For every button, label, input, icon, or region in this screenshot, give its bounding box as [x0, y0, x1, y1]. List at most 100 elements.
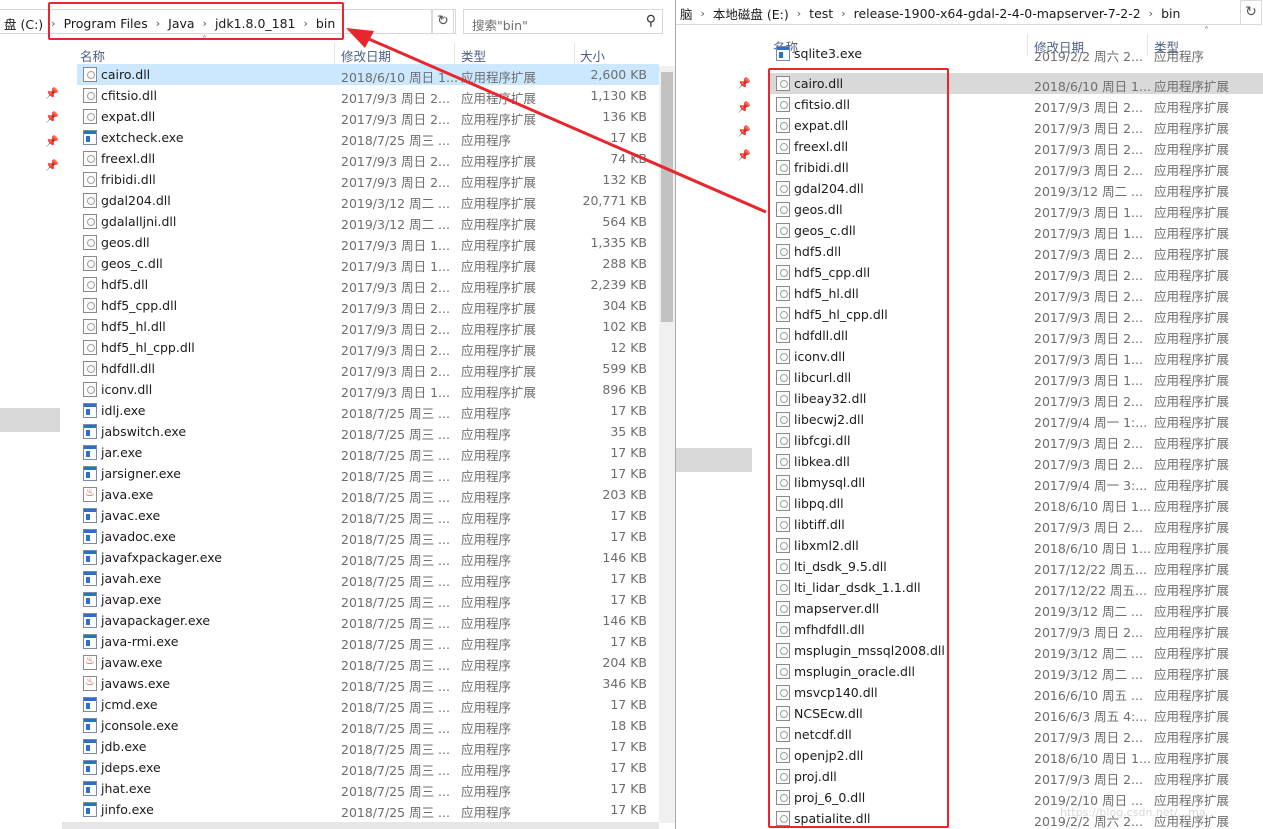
nav-pane-selected-item[interactable] [0, 408, 60, 432]
column-type[interactable]: 类型 [461, 46, 486, 65]
nav-pane-selected-item[interactable] [676, 448, 752, 472]
file-size: 346 KB [602, 676, 647, 691]
table-row[interactable]: jarsigner.exe 2018/7/25 周三 ... 应用程序 17 KB [77, 463, 659, 484]
refresh-button[interactable]: ↻ [1240, 0, 1262, 25]
pin-icon[interactable]: 📌 [737, 125, 751, 138]
table-row[interactable]: cairo.dll 2018/6/10 周日 1... 应用程序扩展 2,600 KB [77, 64, 659, 85]
file-type: 应用程序扩展 [1154, 436, 1230, 451]
breadcrumb-item[interactable]: 盘 (C:) [0, 14, 47, 33]
table-row[interactable]: jdeps.exe 2018/7/25 周三 ... 应用程序 17 KB [77, 757, 659, 778]
pin-icon[interactable]: 📌 [45, 159, 59, 172]
table-row[interactable]: sqlite3.exe 2019/2/2 周六 2... 应用程序 [770, 43, 1263, 64]
file-type: 应用程序扩展 [1154, 520, 1230, 535]
table-row[interactable]: gdal204.dll 2019/3/12 周二 ... 应用程序扩展 20,771 … [77, 190, 659, 211]
table-row[interactable]: java.exe 2018/7/25 周三 ... 应用程序 203 KB [77, 484, 659, 505]
address-bar[interactable]: 脑 › 本地磁盘 (E:) › test › release-1900-x64-gdal-2… [676, 0, 1240, 25]
table-row[interactable]: hdf5.dll 2017/9/3 周日 2... 应用程序扩展 2,239 KB [77, 274, 659, 295]
breadcrumb-item[interactable]: test [805, 6, 837, 21]
exe-file-icon [83, 634, 97, 649]
pin-icon[interactable]: 📌 [45, 111, 59, 124]
refresh-button[interactable]: ↻ [432, 9, 454, 34]
table-row[interactable]: jar.exe 2018/7/25 周三 ... 应用程序 17 KB [77, 442, 659, 463]
file-date: 2017/12/22 周五... [1034, 562, 1147, 577]
annotation-box-dll-files [768, 68, 949, 828]
table-row[interactable]: fribidi.dll 2017/9/3 周日 2... 应用程序扩展 132 KB [77, 169, 659, 190]
table-row[interactable]: expat.dll 2017/9/3 周日 2... 应用程序扩展 136 KB [77, 106, 659, 127]
table-row[interactable]: jcmd.exe 2018/7/25 周三 ... 应用程序 17 KB [77, 694, 659, 715]
exe-file-icon [83, 697, 97, 712]
table-row[interactable]: jhat.exe 2018/7/25 周三 ... 应用程序 17 KB [77, 778, 659, 799]
table-row[interactable]: javaw.exe 2018/7/25 周三 ... 应用程序 204 KB [77, 652, 659, 673]
table-row[interactable]: idlj.exe 2018/7/25 周三 ... 应用程序 17 KB [77, 400, 659, 421]
file-size: 17 KB [610, 529, 647, 544]
column-size[interactable]: 大小 [580, 46, 605, 65]
file-type: 应用程序扩展 [1154, 667, 1230, 682]
table-row[interactable]: hdf5_cpp.dll 2017/9/3 周日 2... 应用程序扩展 304 KB [77, 295, 659, 316]
pin-icon[interactable]: 📌 [45, 87, 59, 100]
table-row[interactable]: gdalalljni.dll 2019/3/12 周二 ... 应用程序扩展 564 … [77, 211, 659, 232]
file-size: 17 KB [610, 508, 647, 523]
table-row[interactable]: jconsole.exe 2018/7/25 周三 ... 应用程序 18 KB [77, 715, 659, 736]
table-row[interactable]: extcheck.exe 2018/7/25 周三 ... 应用程序 17 KB [77, 127, 659, 148]
file-size: 204 KB [602, 655, 647, 670]
table-row[interactable]: jdb.exe 2018/7/25 周三 ... 应用程序 17 KB [77, 736, 659, 757]
table-row[interactable]: java-rmi.exe 2018/7/25 周三 ... 应用程序 17 KB [77, 631, 659, 652]
breadcrumb-item[interactable]: bin [1157, 6, 1184, 21]
file-type: 应用程序扩展 [1154, 625, 1230, 640]
table-row[interactable]: javac.exe 2018/7/25 周三 ... 应用程序 17 KB [77, 505, 659, 526]
table-row[interactable]: javah.exe 2018/7/25 周三 ... 应用程序 17 KB [77, 568, 659, 589]
file-date: 2017/9/3 周日 1... [1034, 373, 1143, 388]
horizontal-scrollbar[interactable] [62, 822, 659, 829]
breadcrumb-item[interactable]: release-1900-x64-gdal-2-4-0-mapserver-7-… [850, 6, 1145, 21]
file-name: jarsigner.exe [101, 466, 181, 481]
table-row[interactable]: javaws.exe 2018/7/25 周三 ... 应用程序 346 KB [77, 673, 659, 694]
file-date: 2019/3/12 周二 ... [1034, 646, 1143, 661]
file-name: geos_c.dll [101, 256, 163, 271]
file-name: geos.dll [101, 235, 150, 250]
file-type: 应用程序扩展 [1154, 604, 1230, 619]
pin-icon[interactable]: 📌 [737, 101, 751, 114]
scrollbar-thumb[interactable] [661, 72, 673, 322]
table-row[interactable]: hdfdll.dll 2017/9/3 周日 2... 应用程序扩展 599 KB [77, 358, 659, 379]
breadcrumb-item[interactable]: 本地磁盘 (E:) [709, 4, 793, 23]
pin-icon[interactable]: 📌 [737, 149, 751, 162]
table-row[interactable]: javafxpackager.exe 2018/7/25 周三 ... 应用程序 14… [77, 547, 659, 568]
column-name[interactable]: 名称 [80, 46, 105, 65]
file-size: 17 KB [610, 130, 647, 145]
table-row[interactable]: geos.dll 2017/9/3 周日 1... 应用程序扩展 1,335 KB [77, 232, 659, 253]
exe-file-icon [83, 592, 97, 607]
table-row[interactable]: hdf5_hl_cpp.dll 2017/9/3 周日 2... 应用程序扩展 12 … [77, 337, 659, 358]
file-type: 应用程序 [461, 637, 512, 652]
file-type: 应用程序扩展 [461, 112, 537, 127]
table-row[interactable]: javadoc.exe 2018/7/25 周三 ... 应用程序 17 KB [77, 526, 659, 547]
refresh-icon: ↻ [437, 13, 449, 29]
table-row[interactable]: javap.exe 2018/7/25 周三 ... 应用程序 17 KB [77, 589, 659, 610]
column-date[interactable]: 修改日期 [341, 46, 391, 65]
file-date: 2017/9/3 周日 2... [1034, 520, 1143, 535]
file-date: 2017/9/3 周日 2... [1034, 436, 1143, 451]
file-date: 2017/9/3 周日 2... [1034, 730, 1143, 745]
table-row[interactable]: cfitsio.dll 2017/9/3 周日 2... 应用程序扩展 1,130 K… [77, 85, 659, 106]
table-row[interactable]: freexl.dll 2017/9/3 周日 2... 应用程序扩展 74 KB [77, 148, 659, 169]
search-input[interactable]: 搜索"bin" ⚲ [463, 9, 663, 34]
file-date: 2017/9/3 周日 2... [341, 322, 450, 337]
file-type: 应用程序 [461, 679, 512, 694]
exe-file-icon [83, 130, 97, 145]
table-row[interactable]: iconv.dll 2017/9/3 周日 1... 应用程序扩展 896 KB [77, 379, 659, 400]
table-row[interactable]: jinfo.exe 2018/7/25 周三 ... 应用程序 17 KB [77, 799, 659, 820]
file-size: 203 KB [602, 487, 647, 502]
file-type: 应用程序 [461, 616, 512, 631]
file-type: 应用程序扩展 [1154, 457, 1230, 472]
table-row[interactable]: jabswitch.exe 2018/7/25 周三 ... 应用程序 35 KB [77, 421, 659, 442]
table-row[interactable]: hdf5_hl.dll 2017/9/3 周日 2... 应用程序扩展 102 KB [77, 316, 659, 337]
chevron-right-icon: › [1148, 7, 1154, 20]
file-type: 应用程序 [461, 532, 512, 547]
breadcrumb-item[interactable]: 脑 [676, 4, 697, 23]
dll-file-icon [83, 382, 97, 397]
exe-file-icon [83, 445, 97, 460]
table-row[interactable]: geos_c.dll 2017/9/3 周日 1... 应用程序扩展 288 KB [77, 253, 659, 274]
pin-icon[interactable]: 📌 [737, 77, 751, 90]
file-size: 74 KB [610, 151, 647, 166]
pin-icon[interactable]: 📌 [45, 135, 59, 148]
table-row[interactable]: javapackager.exe 2018/7/25 周三 ... 应用程序 146 … [77, 610, 659, 631]
